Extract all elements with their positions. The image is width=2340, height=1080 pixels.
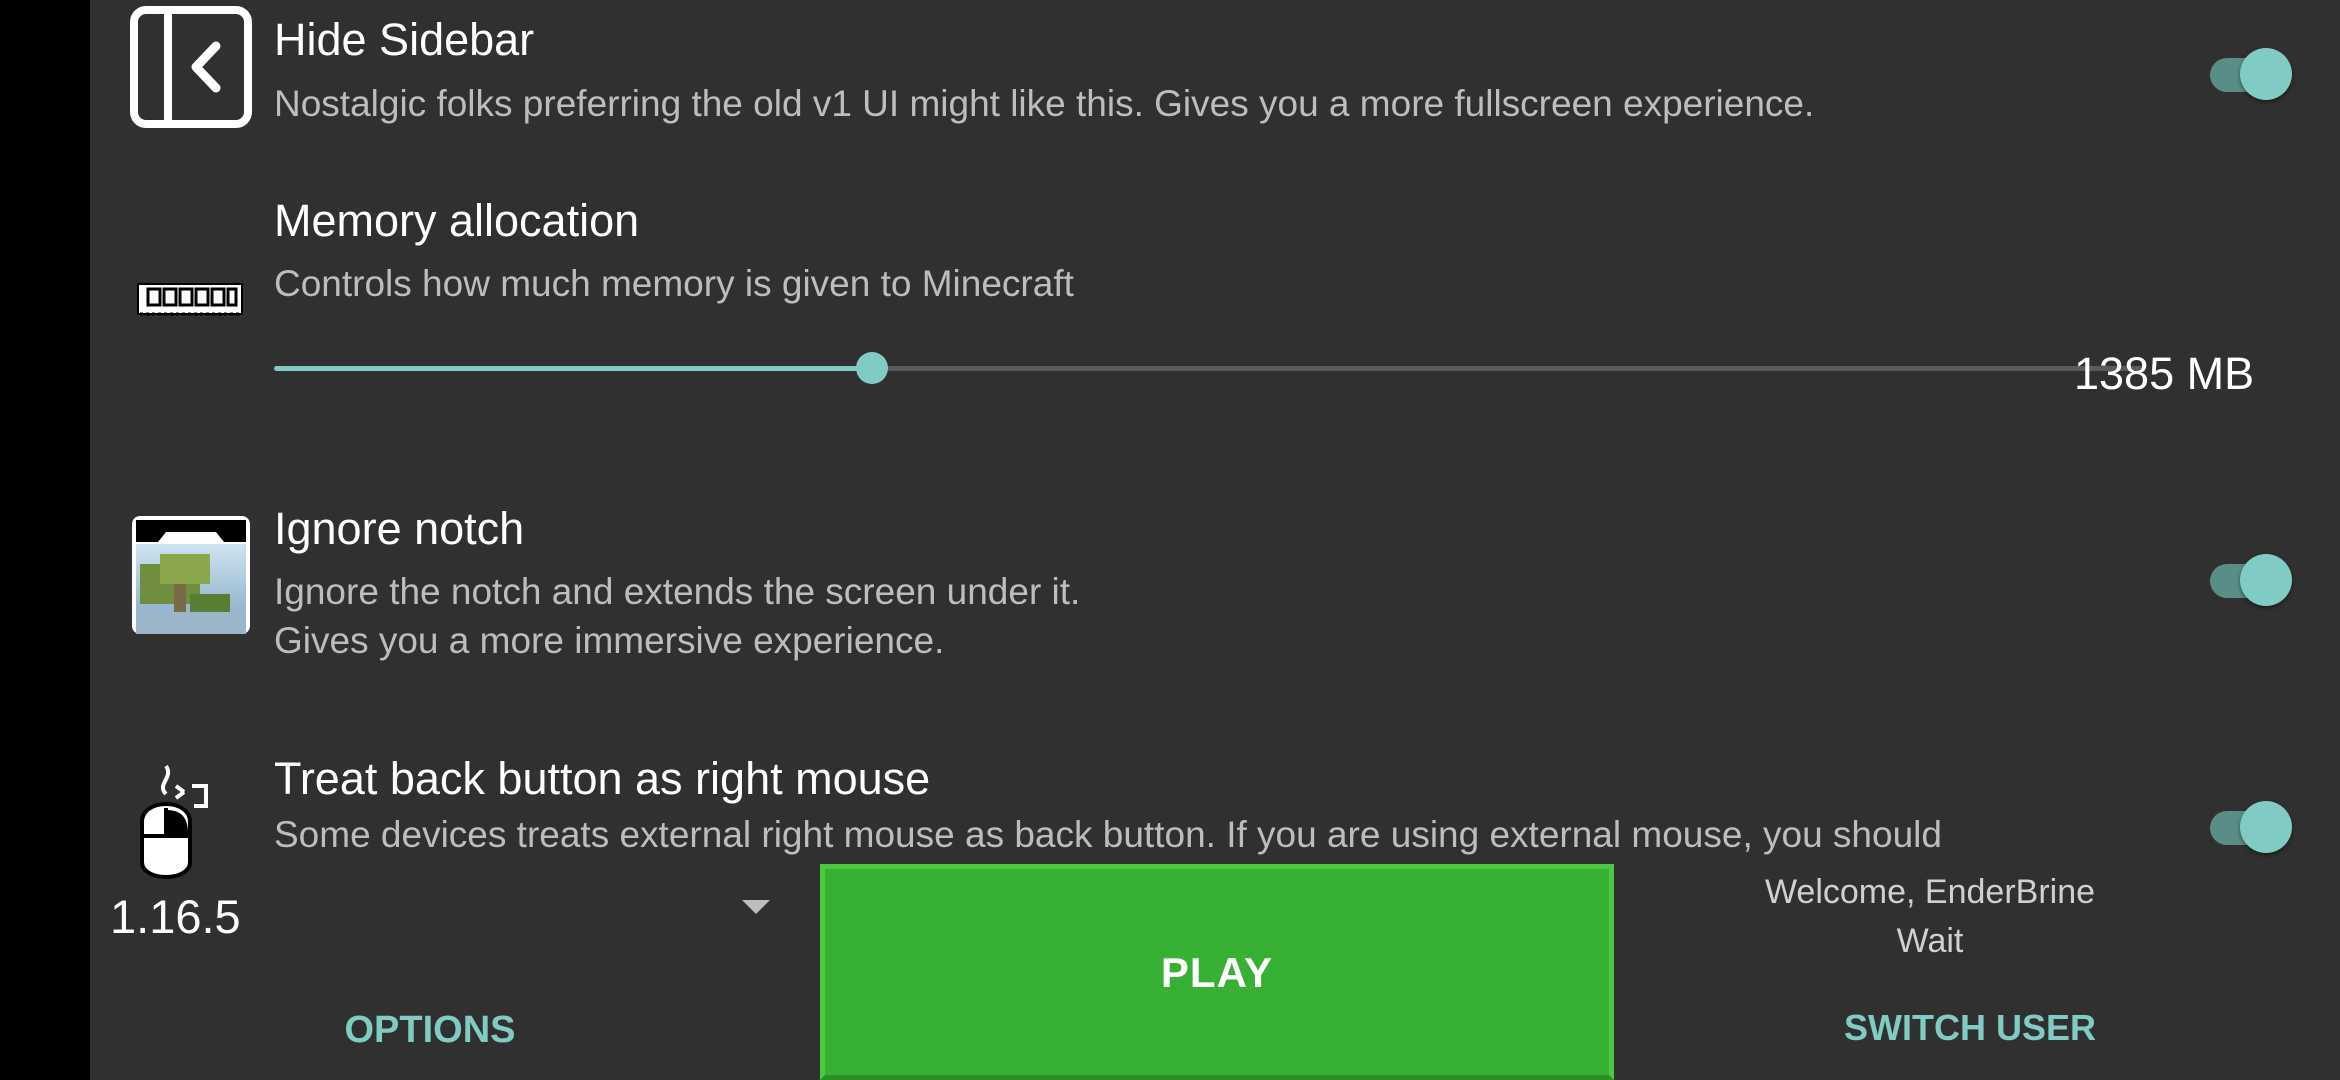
setting-hide-sidebar[interactable]: Hide Sidebar Nostalgic folks preferring … bbox=[90, 0, 2340, 128]
welcome-text: Welcome, EnderBrine bbox=[1764, 873, 2096, 911]
status-text: Wait bbox=[1896, 922, 1964, 960]
mouse-icon bbox=[130, 762, 252, 884]
setting-memory-allocation: Memory allocation Controls how much memo… bbox=[90, 180, 2340, 440]
setting-title: Hide Sidebar bbox=[274, 14, 535, 65]
account-status: Welcome, EnderBrine Wait bbox=[1720, 868, 2140, 966]
memory-slider[interactable] bbox=[274, 342, 2144, 398]
setting-title: Memory allocation bbox=[274, 195, 640, 246]
toggle-thumb bbox=[2240, 554, 2292, 606]
setting-description: Some devices treats external right mouse… bbox=[274, 814, 1942, 855]
slider-fill bbox=[274, 366, 873, 371]
slider-thumb[interactable] bbox=[856, 352, 889, 384]
setting-title: Treat back button as right mouse bbox=[274, 753, 931, 804]
ignore-notch-toggle[interactable] bbox=[2206, 548, 2298, 606]
setting-title: Ignore notch bbox=[274, 503, 525, 554]
play-button-label: PLAY bbox=[1160, 949, 1274, 996]
ram-stick-icon bbox=[130, 280, 252, 320]
toggle-thumb bbox=[2240, 48, 2292, 100]
setting-description: Nostalgic folks preferring the old v1 UI… bbox=[274, 83, 1815, 124]
setting-description: Ignore the notch and extends the screen … bbox=[274, 571, 1081, 612]
toggle-thumb bbox=[2240, 801, 2292, 853]
setting-description: Gives you a more immersive experience. bbox=[274, 620, 945, 661]
setting-ignore-notch[interactable]: Ignore notch Ignore the notch and extend… bbox=[90, 490, 2340, 661]
memory-value: 1385 MB bbox=[2074, 348, 2255, 399]
setting-back-button-right-mouse[interactable]: Treat back button as right mouse Some de… bbox=[90, 740, 2340, 879]
options-button[interactable]: OPTIONS bbox=[280, 1000, 580, 1060]
setting-description: Controls how much memory is given to Min… bbox=[274, 263, 1074, 304]
notch-screen-icon bbox=[130, 514, 252, 636]
switch-user-button[interactable]: SWITCH USER bbox=[1790, 998, 2150, 1058]
chevron-down-icon[interactable] bbox=[742, 900, 770, 914]
version-selector-value[interactable]: 1.16.5 bbox=[110, 889, 241, 944]
sidebar-collapse-icon bbox=[130, 6, 252, 128]
hide-sidebar-toggle[interactable] bbox=[2206, 42, 2298, 100]
back-button-toggle[interactable] bbox=[2206, 795, 2298, 853]
settings-screen: Hide Sidebar Nostalgic folks preferring … bbox=[90, 0, 2340, 1080]
play-button[interactable]: PLAY bbox=[820, 864, 1614, 1080]
